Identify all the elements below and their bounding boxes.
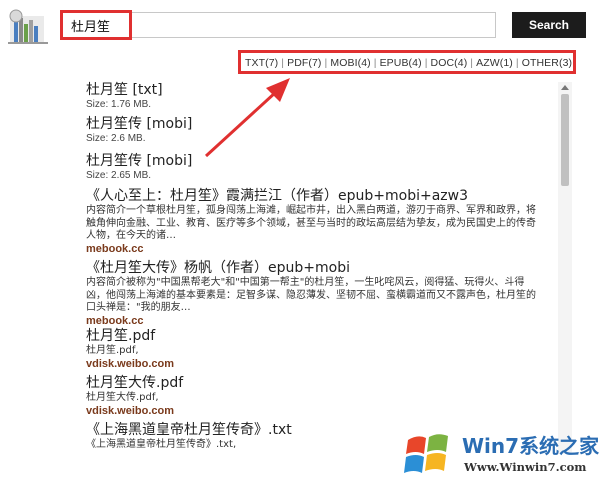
result-item: 杜月笙 [txt] Size: 1.76 MB. — [86, 82, 546, 111]
filter-other[interactable]: OTHER(3) — [522, 57, 572, 69]
filter-separator: | — [324, 57, 328, 69]
result-description: 内容简介被称为"中国黑帮老大"和"中国第一帮主"的杜月笙，一生叱咤风云，阅得猛、… — [86, 277, 525, 288]
filter-epub[interactable]: EPUB(4) — [380, 57, 422, 69]
filter-separator: | — [373, 57, 377, 69]
windows-logo-icon — [404, 434, 448, 473]
result-size: Size: 1.76 MB. — [86, 99, 152, 110]
result-source-link[interactable]: mebook.cc — [86, 243, 546, 256]
result-title[interactable]: 杜月笙.pdf — [86, 328, 546, 345]
top-bar: Search — [0, 0, 600, 50]
scroll-up-icon[interactable] — [561, 85, 569, 90]
filter-mobi[interactable]: MOBI(4) — [330, 57, 370, 69]
result-description: 内容简介一个草根杜月笙，孤身闯荡上海滩，崛起市井，出入黑白两道，游刃于商界、军界… — [86, 205, 536, 216]
result-title[interactable]: 《杜月笙大传》杨帆（作者）epub+mobi — [86, 260, 546, 277]
result-item: 杜月笙.pdf 杜月笙.pdf, vdisk.weibo.com — [86, 328, 546, 371]
watermark: Win7系统之家 Www.Winwin7.com — [398, 428, 600, 482]
result-title[interactable]: 杜月笙大传.pdf — [86, 375, 546, 392]
results-list: 杜月笙 [txt] Size: 1.76 MB. 杜月笙传 [mobi] Siz… — [80, 74, 558, 454]
result-source-link[interactable]: vdisk.weibo.com — [86, 358, 546, 371]
site-logo-icon[interactable] — [2, 6, 54, 46]
scrollbar-thumb[interactable] — [561, 94, 569, 186]
filter-doc[interactable]: DOC(4) — [431, 57, 468, 69]
result-size: Size: 2.65 MB. — [86, 170, 152, 181]
result-description: 凶，他闯荡上海滩的基本要素是：足智多谋、隐忍薄发、坚韧不屈、蛮横霸道而又不露声色… — [86, 289, 536, 301]
result-title[interactable]: 杜月笙传 [mobi] — [86, 116, 546, 133]
result-item: 《杜月笙大传》杨帆（作者）epub+mobi 内容简介被称为"中国黑帮老大"和"… — [86, 260, 546, 328]
filter-separator: | — [281, 57, 285, 69]
format-filters: TXT(7) | PDF(7) | MOBI(4) | EPUB(4) | DOC(4) | AZW… — [245, 57, 572, 69]
watermark-brand: Win7系统之家 — [462, 434, 600, 458]
filter-txt[interactable]: TXT(7) — [245, 57, 278, 69]
result-title[interactable]: 杜月笙 [txt] — [86, 82, 546, 99]
result-item: 《人心至上：杜月笙》霞满拦江（作者）epub+mobi+azw3 内容简介一个草… — [86, 188, 546, 256]
result-description: 杜月笙.pdf, — [86, 345, 139, 356]
filter-pdf[interactable]: PDF(7) — [287, 57, 321, 69]
result-source-link[interactable]: mebook.cc — [86, 315, 546, 328]
result-item: 杜月笙传 [mobi] Size: 2.65 MB. — [86, 153, 546, 182]
result-item: 杜月笙传 [mobi] Size: 2.6 MB. — [86, 116, 546, 145]
result-description: 触角伸向金融、工业、教育、医疗等多个领域，甚至与当时的政坛高层结为挚友，成为民国… — [86, 217, 536, 229]
result-item: 杜月笙大传.pdf 杜月笙大传.pdf, vdisk.weibo.com — [86, 375, 546, 418]
result-description: 人物，在今天的诸… — [86, 230, 176, 241]
search-button[interactable]: Search — [512, 12, 586, 38]
result-size: Size: 2.6 MB. — [86, 133, 146, 144]
filter-separator: | — [470, 57, 474, 69]
result-source-link[interactable]: vdisk.weibo.com — [86, 405, 546, 418]
filter-azw[interactable]: AZW(1) — [476, 57, 513, 69]
result-description: 杜月笙大传.pdf, — [86, 392, 159, 403]
format-filter-bar: TXT(7) | PDF(7) | MOBI(4) | EPUB(4) | DOC(4) | AZW… — [238, 50, 576, 74]
watermark-url: Www.Winwin7.com — [464, 460, 587, 474]
result-title[interactable]: 杜月笙传 [mobi] — [86, 153, 546, 170]
results-scrollbar[interactable] — [558, 82, 572, 454]
search-box — [60, 12, 497, 38]
filter-separator: | — [424, 57, 428, 69]
result-title[interactable]: 《人心至上：杜月笙》霞满拦江（作者）epub+mobi+azw3 — [86, 188, 546, 205]
filter-separator: | — [515, 57, 519, 69]
result-description: 口头禅是："我的朋友… — [86, 302, 191, 313]
search-input[interactable] — [65, 15, 497, 35]
